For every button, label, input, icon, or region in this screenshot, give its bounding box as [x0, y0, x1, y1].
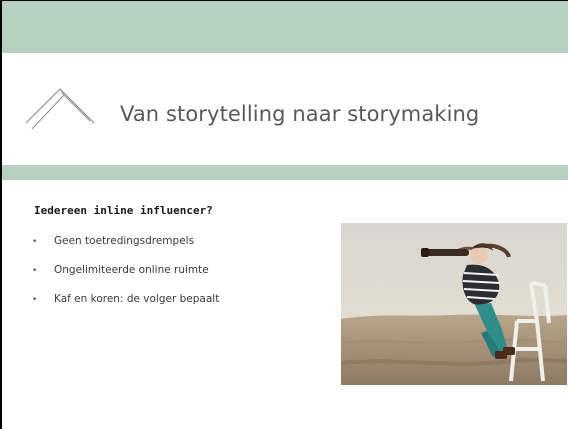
bullet-text: Ongelimiteerde online ruimte [54, 264, 209, 276]
bullet-marker: • [32, 295, 38, 305]
girl-with-telescope-photo [341, 223, 567, 385]
bullet-marker: • [32, 266, 38, 276]
top-accent-band [2, 1, 568, 53]
bullet-list: • Geen toetredingsdrempels • Ongelimiteerd… [32, 235, 219, 322]
middle-accent-band [2, 165, 568, 180]
section-heading: Iedereen inline influencer? [34, 204, 213, 217]
slide: Van storytelling naar storymaking Iedere… [0, 0, 568, 429]
list-item: • Ongelimiteerde online ruimte [32, 264, 219, 293]
slide-title: Van storytelling naar storymaking [120, 102, 480, 126]
bullet-marker: • [32, 237, 38, 247]
bullet-text: Geen toetredingsdrempels [54, 235, 195, 247]
list-item: • Kaf en koren: de volger bepaalt [32, 293, 219, 322]
list-item: • Geen toetredingsdrempels [32, 235, 219, 264]
house-outline-icon [25, 88, 95, 130]
bullet-text: Kaf en koren: de volger bepaalt [54, 293, 220, 305]
